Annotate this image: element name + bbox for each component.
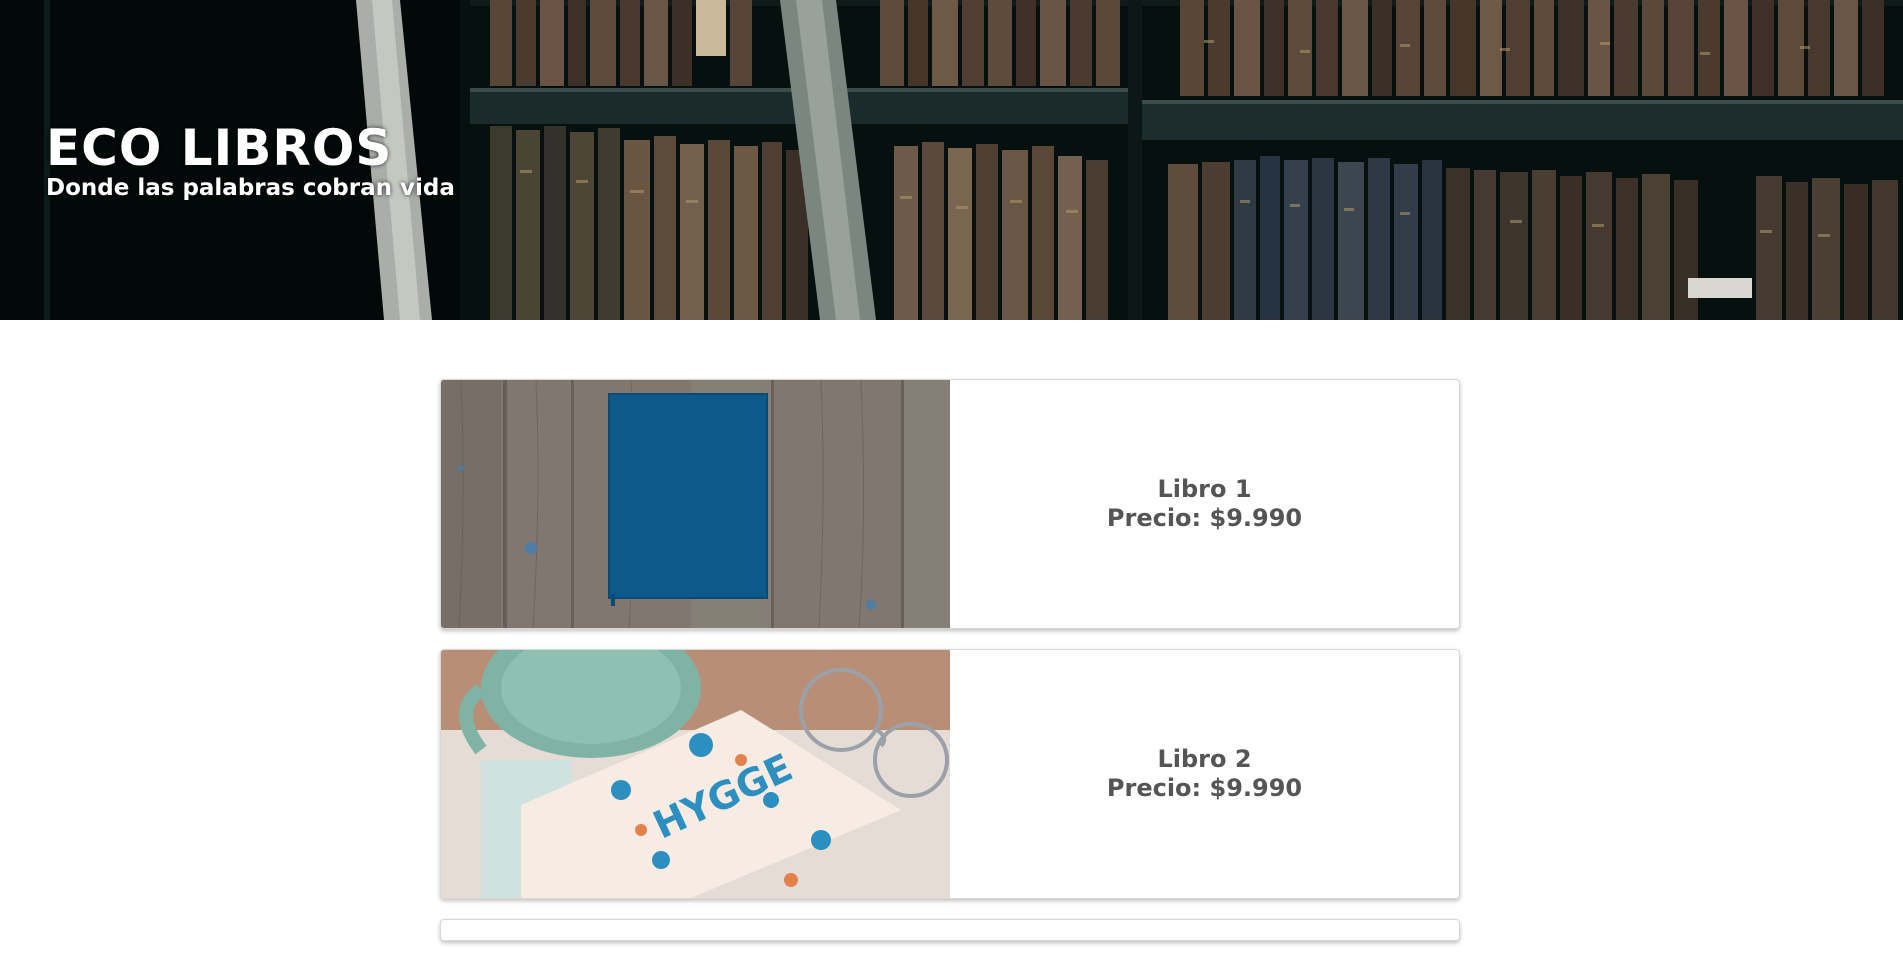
hero-text: ECO LIBROS Donde las palabras cobran vid…: [46, 122, 455, 202]
book-card-partial[interactable]: [440, 919, 1460, 941]
book-title: Libro 1: [1157, 475, 1252, 503]
book-info: Libro 1 Precio: $9.990: [950, 380, 1459, 628]
book-price: Precio: $9.990: [1106, 774, 1303, 802]
book-card[interactable]: HYGGE Libro 2 Precio: $9.990: [440, 649, 1460, 899]
site-title: ECO LIBROS: [46, 119, 393, 177]
book-cover-image: HYGGE: [441, 650, 950, 898]
hero-banner: ECO LIBROS Donde las palabras cobran vid…: [0, 0, 1903, 320]
hygge-book-photo: HYGGE: [441, 650, 950, 898]
book-title: Libro 2: [1157, 745, 1252, 773]
book-info: Libro 2 Precio: $9.990: [950, 650, 1459, 898]
book-price: Precio: $9.990: [1106, 504, 1303, 532]
book-card[interactable]: Libro 1 Precio: $9.990: [440, 379, 1460, 629]
book-list: Libro 1 Precio: $9.990 HYGGE Libro 2 Pre…: [440, 379, 1460, 961]
site-tagline: Donde las palabras cobran vida: [46, 175, 455, 201]
blue-notebook-photo: [441, 380, 950, 628]
book-cover-image: [441, 380, 950, 628]
